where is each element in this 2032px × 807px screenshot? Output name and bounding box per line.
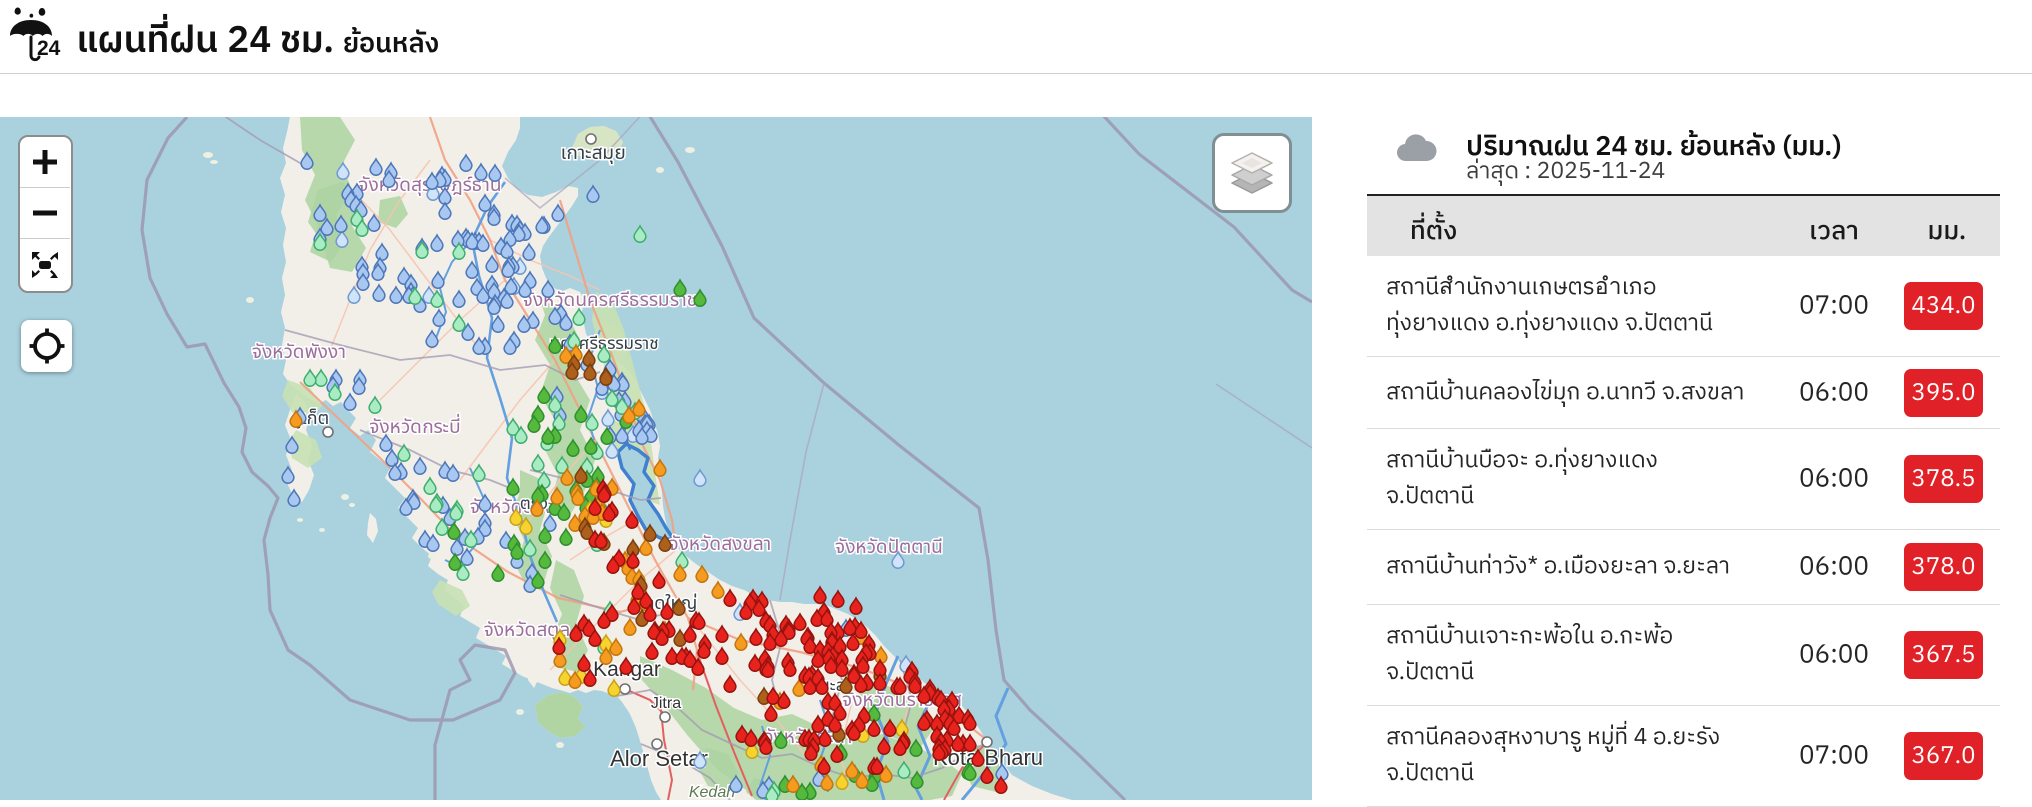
- svg-text:จังหวัดปัตตานี: จังหวัดปัตตานี: [835, 533, 943, 562]
- svg-text:24: 24: [37, 37, 61, 60]
- svg-text:จังหวัดพังงา: จังหวัดพังงา: [252, 338, 346, 367]
- svg-text:Kedah: Kedah: [689, 784, 735, 800]
- svg-text:เกาะสมุย: เกาะสมุย: [561, 139, 626, 168]
- svg-text:Alor Setar: Alor Setar: [610, 746, 708, 771]
- svg-text:Jitra: Jitra: [651, 695, 681, 712]
- svg-text:จังหวัดกระบี่: จังหวัดกระบี่: [369, 413, 460, 442]
